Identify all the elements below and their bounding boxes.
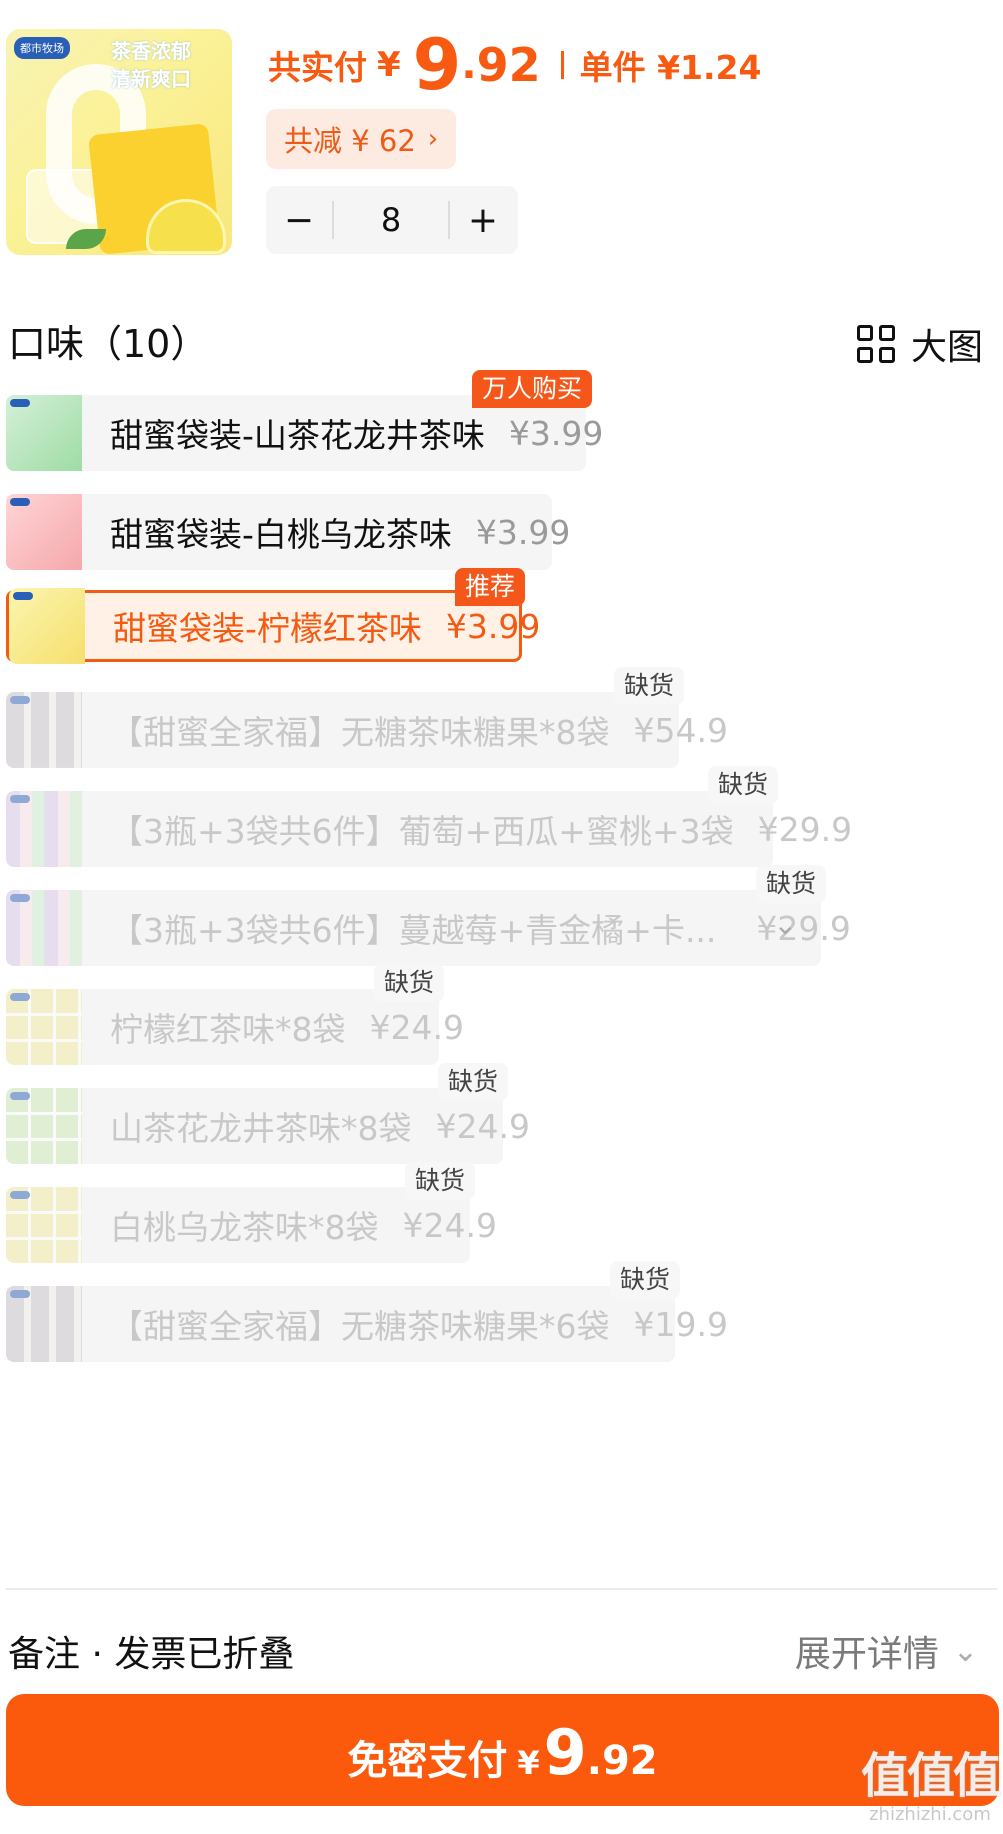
- total-paid-label: 共实付: [268, 48, 367, 87]
- flavor-option-price: ¥3.99: [445, 606, 541, 646]
- flavor-option-price: ¥24.9: [435, 1106, 530, 1146]
- flavor-option-name: 【甜蜜全家福】无糖茶味糖果*8袋: [110, 713, 610, 752]
- increase-quantity-button[interactable]: +: [450, 200, 516, 241]
- flavor-option[interactable]: 白桃乌龙茶味*8袋 ¥24.9: [6, 1187, 497, 1263]
- flavor-option-name: 【3瓶+3袋共6件】蔓越莓+青金橘+卡...: [110, 911, 717, 950]
- pay-label: 免密支付: [347, 1738, 508, 1784]
- flavor-option-image: [6, 1286, 82, 1362]
- out-of-stock-badge: 缺货: [708, 766, 779, 804]
- remark-invoice-collapsed: 备注 · 发票已折叠: [8, 1634, 295, 1675]
- total-price-decimal: 92: [476, 38, 541, 92]
- flavor-option-image: [6, 791, 82, 867]
- brand-logo-icon: [10, 1092, 30, 1100]
- discount-text: 共减 ¥ 62: [284, 124, 416, 158]
- promo-badge: 推荐: [455, 568, 526, 606]
- unit-price: 单件 ¥1.24: [579, 48, 762, 87]
- total-discount-button[interactable]: 共减 ¥ 62 ›: [266, 109, 457, 169]
- flavor-option-name: 山茶花龙井茶味*8袋: [110, 1109, 412, 1148]
- flavor-option-name: 甜蜜袋装-柠檬红茶味: [113, 609, 422, 648]
- flavor-option-image: [6, 890, 82, 966]
- total-price-integer: 9: [412, 24, 462, 106]
- flavor-option[interactable]: 甜蜜袋装-白桃乌龙茶味 ¥3.99: [6, 494, 570, 570]
- big-view-label: 大图: [910, 327, 983, 368]
- flavor-option-price: ¥29.9: [757, 809, 853, 849]
- chevron-down-icon[interactable]: ⌄: [774, 908, 797, 941]
- flavor-option-price: ¥29.9: [756, 908, 851, 948]
- out-of-stock-badge: 缺货: [374, 964, 445, 1002]
- pay-amount-integer: 9: [543, 1716, 587, 1789]
- expand-details-label: 展开详情: [794, 1634, 939, 1675]
- flavor-option-price: ¥3.99: [475, 512, 571, 552]
- brand-logo-icon: [13, 592, 33, 600]
- watermark-logo: 值值值: [860, 1748, 1001, 1804]
- brand-logo-icon: [10, 696, 30, 704]
- total-price-line: 共实付 ¥ 9 . 92 单件 ¥1.24: [268, 30, 761, 100]
- flavor-option-name: 甜蜜袋装-山茶花龙井茶味: [110, 416, 485, 455]
- price-separator: [560, 51, 564, 79]
- out-of-stock-badge: 缺货: [614, 667, 685, 705]
- flavor-option-name: 【甜蜜全家福】无糖茶味糖果*6袋: [110, 1307, 610, 1346]
- flavor-option-price: ¥24.9: [402, 1205, 497, 1245]
- flavor-title: 口味（10）: [8, 322, 209, 366]
- flavor-section-header: 口味（10） 大图: [8, 316, 998, 372]
- flavor-option[interactable]: 【3瓶+3袋共6件】蔓越莓+青金橘+卡... ¥29.9 ⌄: [6, 890, 851, 966]
- flavor-option-image: [6, 494, 82, 570]
- brand-logo-icon: [10, 498, 30, 506]
- brand-logo: 都市牧场: [14, 37, 70, 59]
- chevron-down-icon: ⌄: [952, 1633, 978, 1669]
- grid-view-icon: [856, 325, 895, 363]
- flavor-option-price: ¥54.9: [633, 710, 728, 750]
- flavor-option-name: 【3瓶+3袋共6件】葡萄+西瓜+蜜桃+3袋: [110, 812, 734, 851]
- pay-amount-dot: .: [586, 1738, 602, 1784]
- flavor-option-image: [6, 989, 82, 1065]
- out-of-stock-badge: 缺货: [438, 1063, 509, 1101]
- flavor-option-price: ¥3.99: [508, 413, 604, 453]
- chevron-right-icon: ›: [427, 124, 439, 154]
- section-divider: [6, 1588, 997, 1590]
- flavor-option[interactable]: 【甜蜜全家福】无糖茶味糖果*8袋 ¥54.9: [6, 692, 728, 768]
- brand-logo-icon: [10, 1191, 30, 1199]
- product-slogan: 茶香浓郁 清新爽口: [111, 37, 191, 93]
- out-of-stock-badge: 缺货: [610, 1261, 681, 1299]
- out-of-stock-badge: 缺货: [756, 865, 827, 903]
- flavor-option[interactable]: 甜蜜袋装-柠檬红茶味 ¥3.99: [6, 588, 540, 664]
- flavor-option[interactable]: 柠檬红茶味*8袋 ¥24.9: [6, 989, 464, 1065]
- decrease-quantity-button[interactable]: −: [266, 200, 332, 241]
- pay-amount-decimal: 92: [601, 1738, 658, 1784]
- flavor-option-price: ¥19.9: [633, 1304, 728, 1344]
- flavor-option[interactable]: 【甜蜜全家福】无糖茶味糖果*6袋 ¥19.9: [6, 1286, 728, 1362]
- brand-logo-icon: [10, 993, 30, 1001]
- currency-symbol: ¥: [377, 45, 401, 85]
- total-price-dot: .: [461, 42, 477, 88]
- quantity-stepper: − 8 +: [266, 186, 518, 254]
- watermark-site: zhizhizhi.com: [869, 1804, 991, 1825]
- flavor-option-name: 甜蜜袋装-白桃乌龙茶味: [110, 515, 452, 554]
- big-image-view-toggle[interactable]: 大图: [856, 316, 983, 372]
- brand-logo-icon: [10, 894, 30, 902]
- slogan-line-2: 清新爽口: [111, 67, 191, 91]
- quantity-input[interactable]: 8: [334, 201, 448, 239]
- flavor-option[interactable]: 山茶花龙井茶味*8袋 ¥24.9: [6, 1088, 530, 1164]
- flavor-option-image: [6, 692, 82, 768]
- flavor-option-image: [6, 395, 82, 471]
- brand-logo-icon: [10, 399, 30, 407]
- flavor-option[interactable]: 【3瓶+3袋共6件】葡萄+西瓜+蜜桃+3袋 ¥29.9: [6, 791, 852, 867]
- slogan-line-1: 茶香浓郁: [111, 39, 191, 63]
- expand-details-button[interactable]: 展开详情 ⌄: [795, 1625, 978, 1677]
- promo-badge: 万人购买: [472, 370, 593, 408]
- order-summary-header: 都市牧场 茶香浓郁 清新爽口 共实付 ¥ 9 . 92 单件 ¥1.24 共减 …: [0, 0, 1003, 270]
- flavor-option-name: 柠檬红茶味*8袋: [110, 1010, 346, 1049]
- brand-logo-icon: [10, 795, 30, 803]
- out-of-stock-badge: 缺货: [405, 1162, 476, 1200]
- flavor-option-image: [6, 1088, 82, 1164]
- flavor-option-price: ¥24.9: [369, 1007, 464, 1047]
- brand-logo-icon: [10, 1290, 30, 1298]
- flavor-option-image: [6, 1187, 82, 1263]
- flavor-option-image: [9, 588, 85, 664]
- flavor-option-name: 白桃乌龙茶味*8袋: [110, 1208, 379, 1247]
- product-main-image[interactable]: 都市牧场 茶香浓郁 清新爽口: [6, 29, 232, 255]
- password-free-pay-button[interactable]: 免密支付 ¥ 9 . 92: [6, 1694, 999, 1806]
- site-watermark: 值值值 zhizhizhi.com: [860, 1748, 1001, 1825]
- pay-currency: ¥: [517, 1744, 540, 1782]
